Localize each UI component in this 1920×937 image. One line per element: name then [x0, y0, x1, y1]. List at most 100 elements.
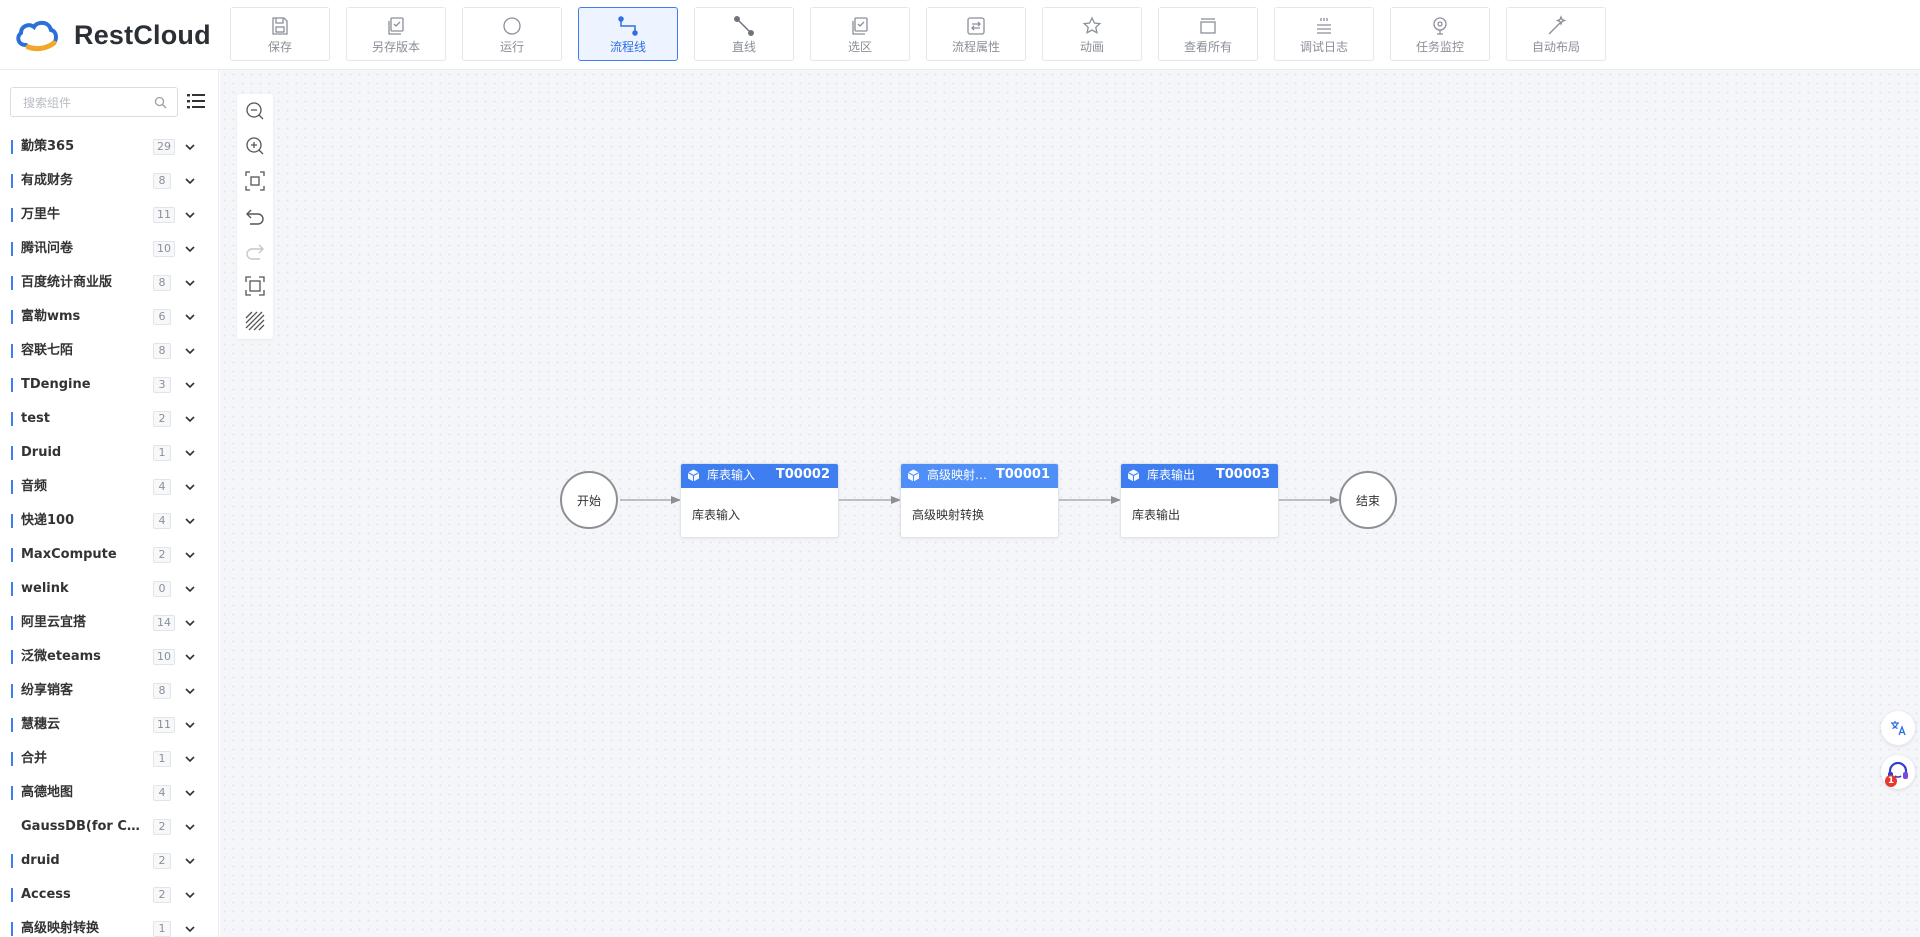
chevron-down-icon[interactable] — [184, 821, 196, 833]
chevron-down-icon[interactable] — [184, 889, 196, 901]
flow-properties-button[interactable]: 流程属性 — [926, 7, 1026, 61]
category-accent-bar — [11, 718, 13, 732]
run-button[interactable]: 运行 — [462, 7, 562, 61]
category-accent-bar — [11, 752, 13, 766]
flow-canvas[interactable]: 开始 库表输入 T00002 库表输入 高级映射转换 T00001 高级映射转换… — [220, 70, 1920, 937]
customer-service-button[interactable]: 1 — [1881, 755, 1915, 789]
chevron-down-icon[interactable] — [184, 379, 196, 391]
task-monitor-icon — [1433, 16, 1447, 35]
debug-log-button[interactable]: 调试日志 — [1274, 7, 1374, 61]
animation-icon — [1082, 15, 1102, 34]
sidebar-category-item[interactable]: 高级映射转换 1 — [0, 912, 218, 937]
sidebar-category-item[interactable]: TDengine 3 — [0, 368, 218, 402]
sidebar-category-item[interactable]: test 2 — [0, 402, 218, 436]
search-icon[interactable] — [154, 96, 167, 109]
save-version-button[interactable]: 另存版本 — [346, 7, 446, 61]
chevron-down-icon[interactable] — [184, 617, 196, 629]
chevron-down-icon[interactable] — [184, 651, 196, 663]
animation-button[interactable]: 动画 — [1042, 7, 1142, 61]
start-node[interactable]: 开始 — [560, 471, 618, 529]
task-node-input[interactable]: 库表输入 T00002 库表输入 — [680, 463, 839, 538]
notification-badge: 1 — [1885, 775, 1897, 787]
category-name: 有成财务 — [21, 173, 74, 188]
category-accent-bar — [11, 820, 13, 834]
category-count-badge: 1 — [153, 751, 171, 767]
chevron-down-icon[interactable] — [184, 719, 196, 731]
chevron-down-icon[interactable] — [184, 277, 196, 289]
view-all-button[interactable]: 查看所有 — [1158, 7, 1258, 61]
category-accent-bar — [11, 412, 13, 426]
chevron-down-icon[interactable] — [184, 685, 196, 697]
sidebar-category-item[interactable]: MaxCompute 2 — [0, 538, 218, 572]
chevron-down-icon[interactable] — [184, 209, 196, 221]
cube-icon — [907, 469, 920, 482]
category-name: 富勒wms — [21, 309, 81, 324]
sidebar-category-item[interactable]: 勤策365 29 — [0, 130, 218, 164]
flow-line-button[interactable]: 流程线 — [578, 7, 678, 61]
category-accent-bar — [11, 140, 13, 154]
sidebar-category-item[interactable]: 泛微eteams 10 — [0, 640, 218, 674]
auto-layout-button[interactable]: 自动布局 — [1506, 7, 1606, 61]
category-name: welink — [21, 581, 69, 596]
sidebar-category-item[interactable]: 音频 4 — [0, 470, 218, 504]
sidebar-category-item[interactable]: welink 0 — [0, 572, 218, 606]
category-accent-bar — [11, 684, 13, 698]
end-node-label: 结束 — [1355, 493, 1380, 508]
category-count-badge: 8 — [153, 275, 171, 291]
save-label: 保存 — [267, 39, 292, 54]
list-view-icon[interactable] — [186, 91, 206, 111]
task-node-output[interactable]: 库表输出 T00003 库表输出 — [1120, 463, 1279, 538]
sidebar-category-item[interactable]: GaussDB(for Cassandra) 2 — [0, 810, 218, 844]
translate-button[interactable] — [1881, 711, 1915, 745]
sidebar-category-item[interactable]: 合并 1 — [0, 742, 218, 776]
task-node-body: 高级映射转换 — [912, 508, 985, 522]
chevron-down-icon[interactable] — [184, 447, 196, 459]
sidebar-category-item[interactable]: 阿里云宜搭 14 — [0, 606, 218, 640]
chevron-down-icon[interactable] — [184, 243, 196, 255]
top-header: RestCloud 保存 另存版本 运行 流程线 直线 选区 流程属性 动画 查… — [0, 0, 1920, 70]
sidebar-category-item[interactable]: Access 2 — [0, 878, 218, 912]
sidebar-category-item[interactable]: 腾讯问卷 10 — [0, 232, 218, 266]
category-count-badge: 4 — [153, 479, 171, 495]
sidebar-category-item[interactable]: 容联七陌 8 — [0, 334, 218, 368]
chevron-down-icon[interactable] — [184, 923, 196, 935]
sidebar-category-item[interactable]: 富勒wms 6 — [0, 300, 218, 334]
sidebar-category-item[interactable]: 慧穗云 11 — [0, 708, 218, 742]
category-count-badge: 11 — [153, 717, 175, 733]
sidebar-category-item[interactable]: druid 2 — [0, 844, 218, 878]
chevron-down-icon[interactable] — [184, 413, 196, 425]
chevron-down-icon[interactable] — [184, 753, 196, 765]
sidebar-category-item[interactable]: 纷享销客 8 — [0, 674, 218, 708]
category-name: 纷享销客 — [21, 683, 74, 698]
chevron-down-icon[interactable] — [184, 787, 196, 799]
chevron-down-icon[interactable] — [184, 175, 196, 187]
sidebar-category-item[interactable]: 有成财务 8 — [0, 164, 218, 198]
end-node[interactable]: 结束 — [1339, 471, 1397, 529]
chevron-down-icon[interactable] — [184, 311, 196, 323]
sidebar-category-item[interactable]: 快递100 4 — [0, 504, 218, 538]
task-node-mapping[interactable]: 高级映射转换 T00001 高级映射转换 — [900, 463, 1059, 538]
category-name: 高德地图 — [21, 785, 74, 800]
task-monitor-button[interactable]: 任务监控 — [1390, 7, 1490, 61]
chevron-down-icon[interactable] — [184, 583, 196, 595]
save-button[interactable]: 保存 — [230, 7, 330, 61]
chevron-down-icon[interactable] — [184, 855, 196, 867]
select-area-button[interactable]: 选区 — [810, 7, 910, 61]
chevron-down-icon[interactable] — [184, 549, 196, 561]
sidebar-category-item[interactable]: 高德地图 4 — [0, 776, 218, 810]
chevron-down-icon[interactable] — [184, 345, 196, 357]
category-accent-bar — [11, 616, 13, 630]
task-node-title: 库表输入 — [707, 468, 756, 482]
straight-line-button[interactable]: 直线 — [694, 7, 794, 61]
chevron-down-icon[interactable] — [184, 515, 196, 527]
task-node-header: 库表输出 T00003 — [1121, 464, 1278, 488]
search-input[interactable] — [21, 94, 155, 112]
category-name: test — [21, 411, 50, 426]
chevron-down-icon[interactable] — [184, 141, 196, 153]
task-monitor-label: 任务监控 — [1415, 39, 1464, 54]
sidebar-category-item[interactable]: Druid 1 — [0, 436, 218, 470]
chevron-down-icon[interactable] — [184, 481, 196, 493]
sidebar-category-item[interactable]: 万里牛 11 — [0, 198, 218, 232]
sidebar-category-item[interactable]: 百度统计商业版 8 — [0, 266, 218, 300]
task-node-body: 库表输出 — [1132, 508, 1181, 522]
